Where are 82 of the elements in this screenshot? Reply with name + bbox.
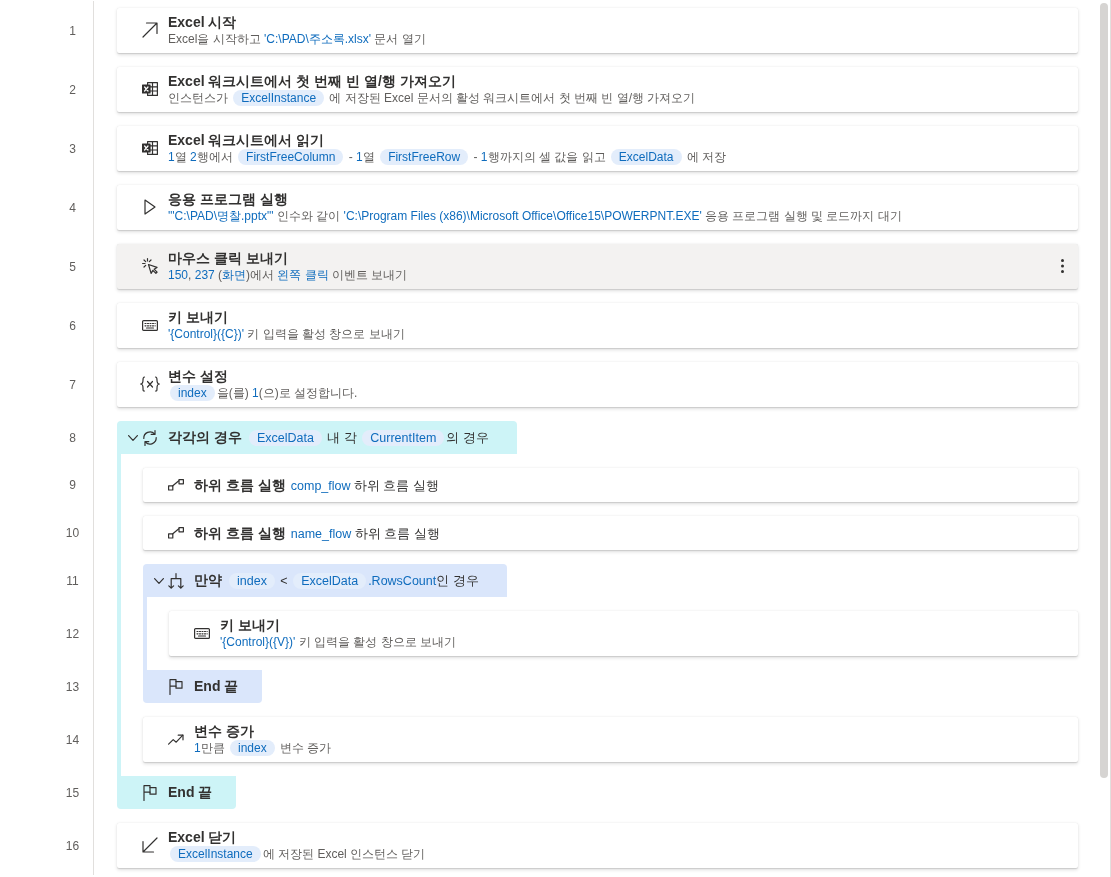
action-description: '{Control}({C})' 키 입력을 활성 창으로 보내기	[168, 325, 406, 343]
line-number: 14	[65, 732, 80, 747]
action-card[interactable]: 응용 프로그램 실행 '"C:\PAD\명찰.pptx"' 인수와 같이 'C:\Program Files (x86)\Microsoft Office\Office15\POWERPNT.EXE' 응용 프로그램 실행 및 로드까지 대기	[117, 185, 1078, 230]
subflow-icon	[168, 527, 184, 539]
more-icon[interactable]	[1061, 259, 1064, 273]
line-number: 3	[69, 141, 76, 156]
line-number: 2	[69, 82, 76, 97]
action-description: '{Control}({V})' 키 입력을 활성 창으로 보내기	[220, 633, 457, 651]
branch-icon	[168, 572, 184, 589]
action-card[interactable]: 마우스 클릭 보내기 150, 237 (화면)에서 왼쪽 클릭 이벤트 보내기	[117, 244, 1078, 289]
line-number: 5	[69, 259, 76, 274]
keyboard-icon	[194, 627, 210, 639]
arrow-up-right-icon	[142, 22, 158, 38]
action-description: 150, 237 (화면)에서 왼쪽 클릭 이벤트 보내기	[168, 266, 409, 284]
loop-icon	[142, 429, 158, 446]
line-number: 10	[65, 526, 80, 540]
line-number: 12	[65, 626, 80, 641]
chevron-down-icon[interactable]	[128, 434, 138, 441]
action-card[interactable]: Excel 시작 Excel을 시작하고 'C:\PAD\주소록.xlsx' 문서 열기	[117, 8, 1078, 53]
action-title: Excel 워크시트에서 읽기	[168, 130, 326, 149]
cursor-click-icon	[142, 258, 158, 274]
block-title: 각각의 경우	[168, 428, 242, 446]
action-title: 키 보내기	[220, 615, 281, 634]
trend-up-icon	[168, 733, 184, 745]
action-card[interactable]: 키 보내기 '{Control}({C})' 키 입력을 활성 창으로 보내기	[117, 303, 1078, 348]
action-card[interactable]: 하위 흐름 실행 comp_flow 하위 흐름 실행	[143, 468, 1078, 502]
action-card[interactable]: 하위 흐름 실행 name_flow 하위 흐름 실행	[143, 516, 1078, 550]
action-description: index 을(를) 1(으)로 설정합니다.	[168, 384, 1064, 402]
action-card[interactable]: Excel 워크시트에서 읽기 1열 2행에서 FirstFreeColumn - 1열 FirstFreeRow - 1행까지의 셀 값을 읽고 ExcelData 에 저장	[117, 126, 1078, 171]
line-number: 9	[69, 478, 76, 492]
action-description: '"C:\PAD\명찰.pptx"' 인수와 같이 'C:\Program Files (x86)\Microsoft Office\Office15\POWERPNT.EXE' 응용 프로그램 실행 및 로드까지 대기	[168, 207, 903, 225]
keyboard-icon	[142, 319, 158, 331]
action-card[interactable]: Excel 워크시트에서 첫 번째 빈 열/행 가져오기 인스턴스가 ExcelInstance 에 저장된 Excel 문서의 활성 워크시트에서 첫 번째 빈 열/행 가져오기	[117, 67, 1078, 112]
action-card[interactable]: Excel 닫기 ExcelInstance 에 저장된 Excel 인스턴스 닫기	[117, 823, 1078, 868]
loop-header[interactable]: 각각의 경우 ExcelData 내 각 CurrentItem 의 경우	[117, 421, 517, 454]
arrow-down-left-icon	[142, 837, 158, 853]
action-title: 변수 설정	[168, 366, 229, 385]
loop-condition: ExcelData 내 각 CurrentItem 의 경우	[246, 430, 489, 447]
action-title: 마우스 클릭 보내기	[168, 248, 289, 267]
play-icon	[144, 199, 156, 215]
variable-icon	[140, 376, 160, 392]
end-step[interactable]: End 끝	[143, 670, 262, 703]
line-number: 4	[69, 200, 76, 215]
action-card[interactable]: 변수 증가 1만큼 index 변수 증가	[143, 717, 1078, 762]
action-title: 변수 증가	[194, 721, 255, 740]
action-description: 인스턴스가 ExcelInstance 에 저장된 Excel 문서의 활성 워크시트에서 첫 번째 빈 열/행 가져오기	[168, 89, 697, 107]
flag-icon	[169, 678, 183, 695]
line-number: 11	[66, 573, 79, 588]
line-number: 7	[69, 377, 76, 392]
action-description: 1만큼 index 변수 증가	[194, 739, 333, 757]
action-title: 응용 프로그램 실행	[168, 189, 289, 208]
condition-text: index < ExcelData .RowsCount인 경우	[227, 573, 479, 590]
action-title: Excel 닫기	[168, 827, 238, 846]
action-title: Excel 시작	[168, 12, 238, 31]
action-description: comp_flow 하위 흐름 실행	[290, 477, 439, 495]
action-card[interactable]: 키 보내기 '{Control}({V})' 키 입력을 활성 창으로 보내기	[169, 611, 1078, 656]
action-description: Excel을 시작하고 'C:\PAD\주소록.xlsx' 문서 열기	[168, 30, 427, 48]
action-title: 하위 흐름 실행	[194, 475, 286, 494]
line-number: 13	[65, 679, 80, 694]
line-number: 16	[65, 838, 80, 853]
action-title: 키 보내기	[168, 307, 229, 326]
block-title: 만약	[194, 571, 222, 589]
line-number: 8	[69, 430, 76, 445]
chevron-down-icon[interactable]	[154, 577, 164, 584]
end-label: End 끝	[194, 677, 239, 696]
line-number: 1	[69, 23, 76, 38]
spreadsheet-icon	[142, 82, 158, 96]
action-description: ExcelInstance 에 저장된 Excel 인스턴스 닫기	[168, 845, 1064, 863]
scrollbar-thumb[interactable]	[1100, 3, 1108, 778]
line-number: 15	[65, 785, 80, 800]
action-description: 1열 2행에서 FirstFreeColumn - 1열 FirstFreeRow - 1행까지의 셀 값을 읽고 ExcelData 에 저장	[168, 148, 728, 166]
action-title: 하위 흐름 실행	[194, 523, 286, 542]
condition-header[interactable]: 만약 index < ExcelData .RowsCount인 경우	[143, 564, 507, 597]
action-card[interactable]: 변수 설정 index 을(를) 1(으)로 설정합니다.	[117, 362, 1078, 407]
end-step[interactable]: End 끝	[117, 776, 236, 809]
subflow-icon	[168, 479, 184, 491]
line-number: 6	[69, 318, 76, 333]
action-description: name_flow 하위 흐름 실행	[290, 525, 440, 543]
end-label: End 끝	[168, 783, 213, 802]
spreadsheet-icon	[142, 141, 158, 155]
flag-icon	[143, 784, 157, 801]
action-title: Excel 워크시트에서 첫 번째 빈 열/행 가져오기	[168, 71, 457, 90]
